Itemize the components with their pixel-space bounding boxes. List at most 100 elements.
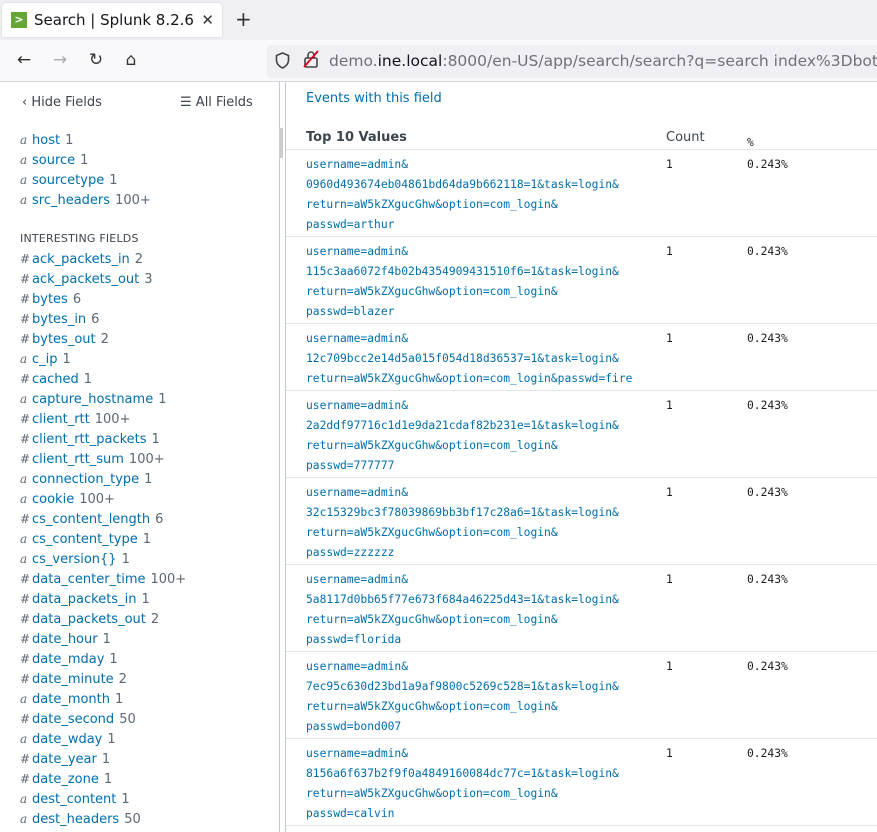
string-type-icon: a bbox=[20, 133, 28, 147]
hide-fields-button[interactable]: ‹ Hide Fields bbox=[22, 95, 102, 110]
field-name[interactable]: host bbox=[32, 133, 60, 148]
column-header-count: Count bbox=[666, 130, 705, 145]
field-item[interactable]: # date_hour 1 bbox=[20, 629, 186, 649]
field-name[interactable]: src_headers bbox=[32, 193, 110, 208]
field-item[interactable]: a capture_hostname 1 bbox=[20, 389, 186, 409]
field-item[interactable]: # bytes_in 6 bbox=[20, 309, 186, 329]
field-item[interactable]: # date_second 50 bbox=[20, 709, 186, 729]
field-name[interactable]: data_center_time bbox=[32, 572, 145, 587]
field-name[interactable]: client_rtt_sum bbox=[32, 452, 124, 467]
field-item[interactable]: a date_month 1 bbox=[20, 689, 186, 709]
field-item[interactable]: # ack_packets_out 3 bbox=[20, 269, 186, 289]
value-link[interactable]: username=admin& 7ec95c630d23bd1a9af9800c… bbox=[306, 657, 619, 737]
forward-icon[interactable]: → bbox=[50, 50, 70, 70]
string-type-icon: a bbox=[20, 173, 28, 187]
value-count: 1 bbox=[666, 332, 673, 345]
field-name[interactable]: date_second bbox=[32, 712, 114, 727]
field-item[interactable]: a date_wday 1 bbox=[20, 729, 186, 749]
field-item[interactable]: a c_ip 1 bbox=[20, 349, 186, 369]
value-link[interactable]: username=admin& 2a2ddf97716c1d1e9da21cda… bbox=[306, 396, 619, 476]
field-name[interactable]: data_packets_in bbox=[32, 592, 136, 607]
value-link[interactable]: username=admin& 5a8117d0bb65f77e673f684a… bbox=[306, 570, 619, 650]
field-name[interactable]: cached bbox=[32, 372, 79, 387]
field-item[interactable]: a connection_type 1 bbox=[20, 469, 186, 489]
field-item[interactable]: a cs_content_type 1 bbox=[20, 529, 186, 549]
field-item[interactable]: # cs_content_length 6 bbox=[20, 509, 186, 529]
field-item[interactable]: a cs_version{} 1 bbox=[20, 549, 186, 569]
back-icon[interactable]: ← bbox=[14, 50, 34, 70]
field-name[interactable]: c_ip bbox=[32, 352, 58, 367]
field-item[interactable]: # bytes 6 bbox=[20, 289, 186, 309]
events-with-field-link[interactable]: Events with this field bbox=[306, 91, 442, 106]
field-name[interactable]: bytes_out bbox=[32, 332, 96, 347]
browser-tab[interactable]: > Search | Splunk 8.2.6 ✕ bbox=[2, 3, 222, 37]
field-item[interactable]: # data_packets_in 1 bbox=[20, 589, 186, 609]
field-name[interactable]: sourcetype bbox=[32, 173, 104, 188]
field-item[interactable]: a src_headers 100+ bbox=[20, 190, 151, 210]
value-link[interactable]: username=admin& 32c15329bc3f78039869bb3b… bbox=[306, 483, 619, 563]
field-item[interactable]: a host 1 bbox=[20, 130, 151, 150]
numeric-type-icon: # bbox=[20, 252, 31, 266]
field-name[interactable]: ack_packets_out bbox=[32, 272, 139, 287]
field-name[interactable]: date_wday bbox=[32, 732, 102, 747]
field-name[interactable]: bytes bbox=[32, 292, 68, 307]
field-item[interactable]: # ack_packets_in 2 bbox=[20, 249, 186, 269]
all-fields-button[interactable]: ☰ All Fields bbox=[180, 95, 253, 110]
string-type-icon: a bbox=[20, 472, 28, 486]
field-name[interactable]: client_rtt_packets bbox=[32, 432, 147, 447]
url-bar[interactable]: demo.ine.local:8000/en-US/app/search/sea… bbox=[267, 45, 877, 78]
field-item[interactable]: # client_rtt_packets 1 bbox=[20, 429, 186, 449]
field-name[interactable]: date_mday bbox=[32, 652, 104, 667]
field-item[interactable]: # cached 1 bbox=[20, 369, 186, 389]
insecure-lock-icon bbox=[303, 50, 319, 72]
field-name[interactable]: cs_content_length bbox=[32, 512, 150, 527]
field-count: 1 bbox=[80, 153, 89, 168]
field-name[interactable]: cookie bbox=[32, 492, 74, 507]
field-name[interactable]: connection_type bbox=[32, 472, 139, 487]
field-item[interactable]: # bytes_out 2 bbox=[20, 329, 186, 349]
field-name[interactable]: capture_hostname bbox=[32, 392, 153, 407]
field-item[interactable]: # date_minute 2 bbox=[20, 669, 186, 689]
field-item[interactable]: a cookie 100+ bbox=[20, 489, 186, 509]
home-icon[interactable]: ⌂ bbox=[121, 50, 141, 70]
field-name[interactable]: date_year bbox=[32, 752, 97, 767]
field-item[interactable]: a dest_headers 50 bbox=[20, 809, 186, 829]
field-name[interactable]: data_packets_out bbox=[32, 612, 146, 627]
reload-icon[interactable]: ↻ bbox=[86, 50, 106, 70]
field-name[interactable]: date_hour bbox=[32, 632, 98, 647]
field-item[interactable]: # date_year 1 bbox=[20, 749, 186, 769]
field-item[interactable]: # data_packets_out 2 bbox=[20, 609, 186, 629]
value-link[interactable]: username=admin& 0960d493674eb04861bd64da… bbox=[306, 155, 619, 235]
field-name[interactable]: dest_content bbox=[32, 792, 116, 807]
url-prefix: demo. bbox=[329, 52, 378, 70]
value-link[interactable]: username=admin& 8156a6f637b2f9f0a4849160… bbox=[306, 744, 619, 824]
field-name[interactable]: source bbox=[32, 153, 75, 168]
table-row: username=admin& 2a2ddf97716c1d1e9da21cda… bbox=[286, 391, 877, 478]
field-item[interactable]: # date_mday 1 bbox=[20, 649, 186, 669]
field-name[interactable]: date_zone bbox=[32, 772, 99, 787]
new-tab-icon[interactable]: + bbox=[235, 7, 252, 31]
field-count: 1 bbox=[109, 173, 118, 188]
field-name[interactable]: date_month bbox=[32, 692, 110, 707]
field-item[interactable]: a sourcetype 1 bbox=[20, 170, 151, 190]
sidebar-scrollbar[interactable] bbox=[279, 128, 283, 158]
close-tab-icon[interactable]: ✕ bbox=[201, 11, 214, 29]
field-name[interactable]: dest_headers bbox=[32, 812, 119, 827]
field-item[interactable]: # client_rtt_sum 100+ bbox=[20, 449, 186, 469]
field-item[interactable]: # data_center_time 100+ bbox=[20, 569, 186, 589]
field-name[interactable]: bytes_in bbox=[32, 312, 86, 327]
field-name[interactable]: cs_content_type bbox=[32, 532, 138, 547]
field-name[interactable]: date_minute bbox=[32, 672, 114, 687]
field-item[interactable]: # date_zone 1 bbox=[20, 769, 186, 789]
field-count: 1 bbox=[102, 632, 111, 647]
value-link[interactable]: username=admin& 115c3aa6072f4b02b4354909… bbox=[306, 242, 619, 322]
field-item[interactable]: a dest_content 1 bbox=[20, 789, 186, 809]
field-item[interactable]: # client_rtt 100+ bbox=[20, 409, 186, 429]
field-name[interactable]: cs_version{} bbox=[32, 552, 117, 567]
url-text[interactable]: demo.ine.local:8000/en-US/app/search/sea… bbox=[329, 52, 877, 70]
value-link[interactable]: username=admin& 12c709bcc2e14d5a015f054d… bbox=[306, 329, 632, 389]
field-item[interactable]: a source 1 bbox=[20, 150, 151, 170]
field-name[interactable]: ack_packets_in bbox=[32, 252, 130, 267]
field-name[interactable]: client_rtt bbox=[32, 412, 90, 427]
field-count: 100+ bbox=[115, 193, 151, 208]
